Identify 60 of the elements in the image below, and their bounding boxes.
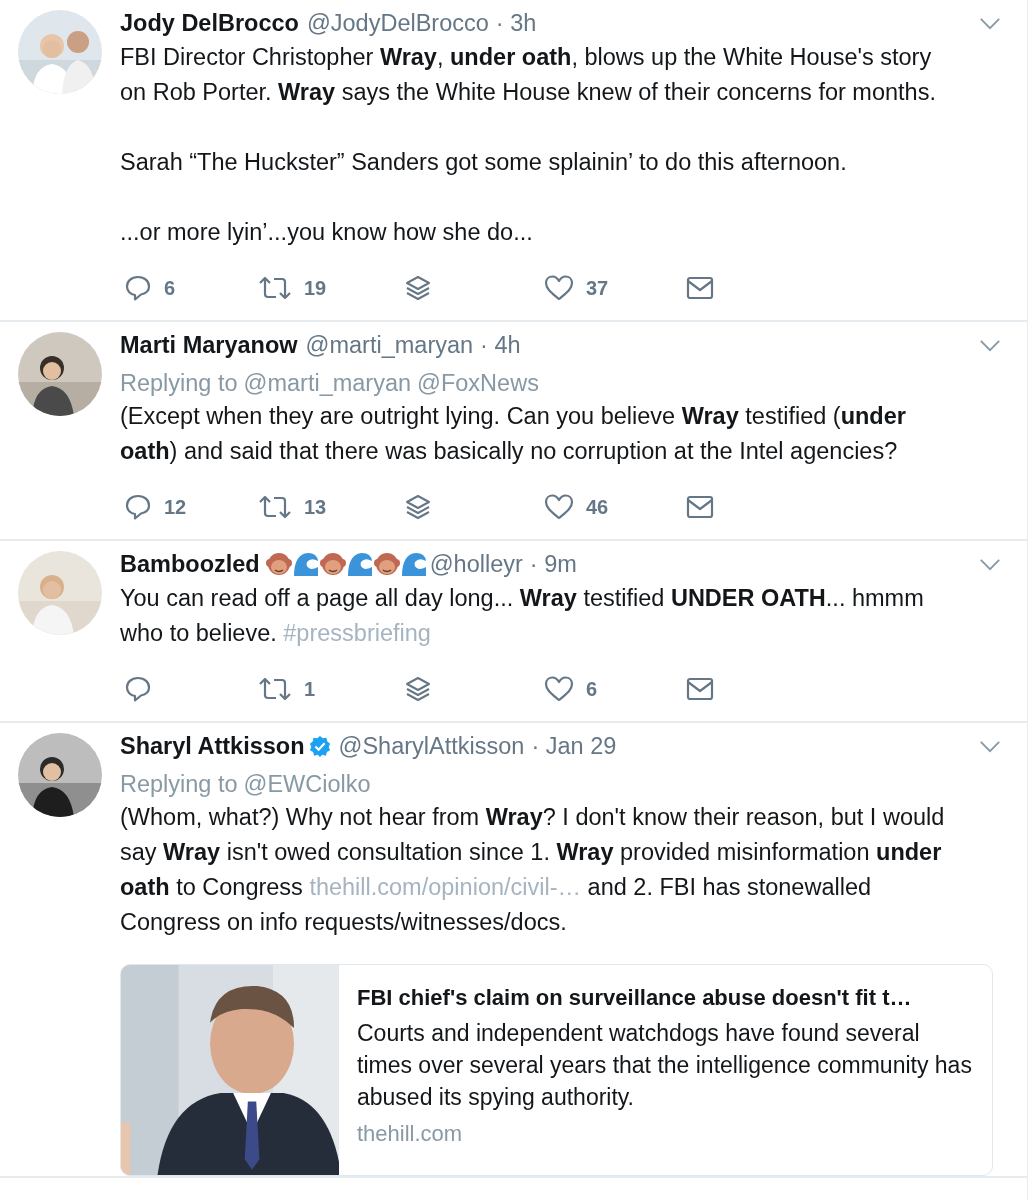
stack-icon[interactable] <box>404 675 432 703</box>
like-count: 6 <box>586 677 598 701</box>
timestamp[interactable]: · 9m <box>529 550 577 578</box>
wave-icon <box>400 551 427 577</box>
reply-icon[interactable] <box>124 493 152 521</box>
mention-link[interactable]: @FoxNews <box>417 370 539 397</box>
mail-icon[interactable] <box>686 495 714 519</box>
reply-icon[interactable] <box>124 675 152 703</box>
mention-link[interactable]: @marti_maryan <box>243 370 412 397</box>
retweet-icon[interactable] <box>258 675 292 703</box>
tweet-text: (Whom, what?) Why not hear from Wray? I don't know their reason, but I would say Wray isn't owed consultation since 1. Wray provided misinformation under oath to Congress thehill.com/opinion/civil-… and 2. FBI has stonewalled Congress on info requests/witnesses/docs. <box>120 803 946 937</box>
tweet-text: (Except when they are outright lying. Can you believe Wray testified (under oath) and said that there was basically no corruption at the Intel agencies? <box>120 402 907 466</box>
chevron-down-icon[interactable] <box>979 338 1001 352</box>
wave-icon <box>292 551 319 577</box>
retweet-icon[interactable] <box>258 493 292 521</box>
wave-icon <box>346 551 373 577</box>
user-handle[interactable]: @marti_maryan <box>305 331 474 359</box>
retweet-count: 13 <box>304 495 327 519</box>
heart-icon[interactable] <box>544 493 574 521</box>
chevron-down-icon[interactable] <box>979 16 1001 30</box>
tweet-text: FBI Director Christopher Wray, under oath, blows up the White House's story on Rob Porter. Wray says the White House knew of their concerns for months. <box>120 43 937 107</box>
display-name[interactable]: Bamboozled <box>120 550 260 578</box>
timestamp[interactable]: · 3h <box>495 9 537 37</box>
monkey-icon <box>265 551 292 577</box>
reply-count: 6 <box>164 276 176 300</box>
retweet-count: 19 <box>304 276 327 300</box>
tweet-text: ...or more lyin’...you know how she do... <box>120 218 534 247</box>
chevron-down-icon[interactable] <box>979 739 1001 753</box>
display-name[interactable]: Sharyl Attkisson <box>120 732 305 760</box>
timestamp[interactable]: · Jan 29 <box>531 732 617 760</box>
like-count: 46 <box>586 495 609 519</box>
tweet-text: You can read off a page all day long... Wray testified UNDER OATH... hmmm who to believe. #pressbriefing <box>120 584 925 648</box>
retweet-count: 1 <box>304 677 316 701</box>
heart-icon[interactable] <box>544 675 574 703</box>
retweet-icon[interactable] <box>258 274 292 302</box>
replying-to-label: Replying to <box>120 771 238 798</box>
mail-icon[interactable] <box>686 276 714 300</box>
stack-icon[interactable] <box>404 493 432 521</box>
heart-icon[interactable] <box>544 274 574 302</box>
card-description: Courts and independent watchdogs have found several times over several years that the intelligence community has abused its spying authority. <box>357 1019 973 1112</box>
reply-count: 12 <box>164 495 187 519</box>
user-handle[interactable]: @JodyDelBrocco <box>306 9 489 37</box>
stack-icon[interactable] <box>404 274 432 302</box>
timestamp[interactable]: · 4h <box>480 331 521 359</box>
card-title: FBI chief's claim on surveillance abuse doesn't fit t… <box>357 985 913 1011</box>
like-count: 37 <box>586 276 609 300</box>
reply-icon[interactable] <box>124 274 152 302</box>
monkey-icon <box>373 551 400 577</box>
monkey-icon <box>319 551 346 577</box>
mention-link[interactable]: @EWCiolko <box>243 771 371 798</box>
display-name[interactable]: Marti Maryanow <box>120 331 298 359</box>
mail-icon[interactable] <box>686 677 714 701</box>
user-handle[interactable]: @SharylAttkisson <box>338 732 525 760</box>
tweet-text: Sarah “The Huckster” Sanders got some splainin’ to do this afternoon. <box>120 148 848 177</box>
chevron-down-icon[interactable] <box>979 557 1001 571</box>
link-card[interactable] <box>120 964 993 1176</box>
display-name[interactable]: Jody DelBrocco <box>120 9 299 37</box>
user-handle[interactable]: @holleyr <box>429 550 523 578</box>
replying-to-label: Replying to <box>120 370 238 397</box>
card-domain: thehill.com <box>357 1121 464 1147</box>
